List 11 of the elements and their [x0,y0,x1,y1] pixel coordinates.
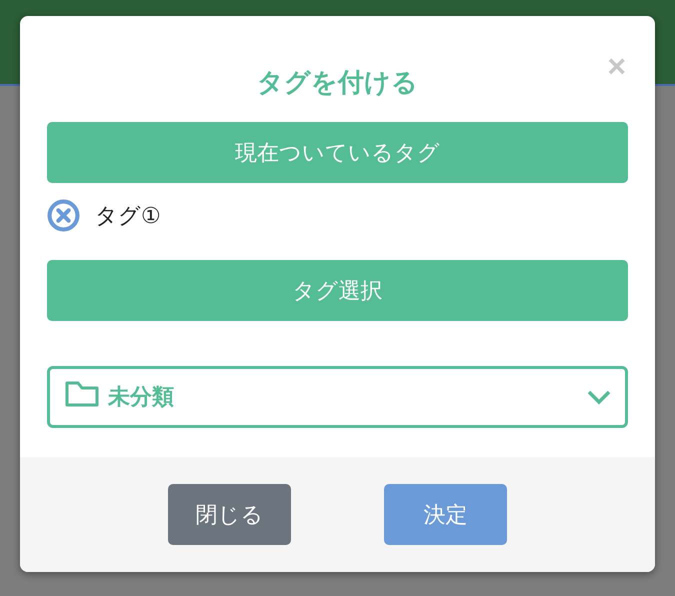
section-header: 現在ついているタグ [47,122,628,183]
tag-label: タグ① [95,202,161,230]
folder-icon [64,380,100,408]
remove-icon[interactable] [47,199,80,232]
chevron-down-icon [587,389,611,405]
section-header: タグ選択 [47,260,628,321]
confirm-button[interactable]: 決定 [384,484,507,545]
close-button[interactable]: 閉じる [168,484,291,545]
dialog-title: タグを付ける [257,66,418,100]
close-button[interactable]: × [605,50,628,82]
folder-dropdown[interactable]: 未分類 [47,366,628,428]
